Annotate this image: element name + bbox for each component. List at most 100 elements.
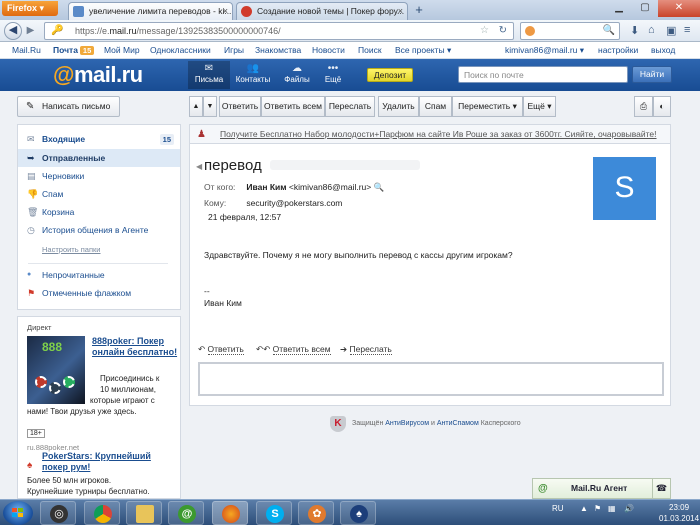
delete-button[interactable]: Удалить (378, 96, 419, 117)
taskbar-app-flower[interactable]: ✿ (298, 501, 334, 525)
sender-email[interactable]: <kimivan86@mail.ru> (289, 182, 371, 192)
portal-link-news[interactable]: Новости (312, 45, 345, 55)
sender-name[interactable]: Иван Ким (246, 182, 286, 192)
portal-link-myworld[interactable]: Мой Мир (104, 45, 140, 55)
ad-pokerstars-text: Крупнейшие турниры бесплатно. (27, 487, 150, 496)
antivirus-link[interactable]: АнтиВирусом (385, 420, 429, 427)
mail-search-button[interactable]: Найти (632, 66, 672, 83)
action-forward[interactable]: ➔ Переслать (340, 344, 392, 355)
user-email-link[interactable]: kimivan86@mail.ru ▾ (505, 45, 584, 56)
tab-close-icon[interactable]: × (223, 3, 228, 19)
mailru-logo[interactable]: @mail.ru (53, 62, 143, 88)
select-toggle-button[interactable]: ▲ (189, 96, 203, 117)
taskbar-explorer[interactable] (126, 501, 162, 525)
portal-link-mailru[interactable]: Mail.Ru (12, 45, 41, 55)
tray-language[interactable]: RU (552, 504, 564, 513)
tray-clock[interactable]: 23:09 01.03.2014 (659, 502, 699, 524)
firefox-menu-button[interactable]: Firefox ▾ (2, 1, 58, 16)
url-bar[interactable]: 🔑 https://e.mail.ru/message/139253835000… (44, 22, 514, 40)
portal-link-mail[interactable]: Почта 15 (53, 45, 95, 55)
browser-search-input[interactable]: 🔍 (520, 22, 620, 40)
ad-888poker-title[interactable]: 888poker: Покер онлайн бесплатно! (92, 336, 178, 358)
quick-reply-input[interactable] (198, 362, 664, 396)
ad-888poker-image[interactable]: 888 (27, 336, 85, 404)
back-button[interactable]: ◀ (4, 22, 22, 40)
sidebar-item-flagged[interactable]: ⚑ Отмеченные флажком (18, 284, 180, 302)
nav-contacts[interactable]: 👥 Контакты (232, 63, 274, 84)
select-dropdown-button[interactable]: ▼ (203, 96, 217, 117)
tray-show-hidden-icon[interactable]: ▲ (580, 504, 588, 513)
taskbar-mailru-agent[interactable]: @ (168, 501, 204, 525)
close-window-button[interactable]: ✕ (658, 0, 700, 17)
portal-link-all-projects[interactable]: Все проекты ▾ (395, 45, 451, 56)
tray-flag-icon[interactable]: ⚑ (594, 504, 601, 513)
taskbar-firefox[interactable] (212, 501, 248, 525)
action-reply[interactable]: ↶ Ответить (198, 344, 244, 355)
ad-pokerstars-title[interactable]: PokerStars: Крупнейший покер рум! (42, 451, 178, 473)
taskbar-pokerstars[interactable]: ♠ (340, 501, 376, 525)
sidebar-item-unread[interactable]: ● Непрочитанные (18, 266, 180, 284)
mail-search-input[interactable]: Поиск по почте (458, 66, 628, 83)
reply-all-button[interactable]: Ответить всем (261, 96, 325, 117)
theme-icon[interactable]: ◐ (653, 96, 671, 117)
forward-button[interactable]: ▶ (23, 24, 38, 38)
more-dots-icon: ••• (327, 63, 339, 74)
nav-more[interactable]: ••• Ещё (312, 63, 354, 84)
maximize-button[interactable]: ▢ (632, 0, 658, 17)
compose-button[interactable]: ✎ Написать письмо (17, 96, 120, 117)
sidebar-item-sent[interactable]: ➥ Отправленные (18, 149, 180, 167)
downloads-icon[interactable]: ⬇ (630, 24, 639, 37)
spam-button[interactable]: Спам (419, 96, 452, 117)
reload-icon[interactable]: ↻ (499, 25, 507, 36)
minimize-button[interactable]: ▁ (606, 0, 632, 17)
sidebar-item-spam[interactable]: 👎 Спам (18, 185, 180, 203)
age-rating-badge: 18+ (27, 429, 45, 438)
search-engine-icon[interactable] (525, 26, 535, 36)
portal-link-ok[interactable]: Одноклассники (150, 45, 211, 55)
new-tab-button[interactable]: + (410, 3, 428, 18)
url-text: https://e.mail.ru/message/13925383500000… (75, 26, 281, 36)
settings-link[interactable]: настройки (598, 45, 638, 55)
antispam-link[interactable]: АнтиСпамом (437, 420, 479, 427)
signature: Иван Ким (204, 298, 242, 308)
sender-search-icon[interactable]: 🔍 (374, 182, 385, 192)
tab-close-icon[interactable]: × (398, 3, 403, 19)
read-marker-icon[interactable]: ◀ (196, 162, 202, 171)
deposit-button[interactable]: Депозит (367, 68, 413, 82)
sidebar-item-agent-history[interactable]: ◷ История общения в Агенте (18, 221, 180, 239)
tray-volume-icon[interactable]: 🔊 (624, 504, 634, 513)
taskbar-skype[interactable]: S (256, 501, 292, 525)
recipient-email[interactable]: security@pokerstars.com (246, 198, 342, 208)
sidebar-item-inbox[interactable]: ✉ Входящие 15 (18, 130, 180, 148)
tray-network-icon[interactable]: ▦ (608, 504, 616, 513)
home-icon[interactable]: ⌂ (648, 24, 655, 36)
folder-list: ✉ Входящие 15 ➥ Отправленные ▤ Черновики… (17, 124, 181, 310)
sidebar-item-drafts[interactable]: ▤ Черновики (18, 167, 180, 185)
action-reply-all[interactable]: ↶↶ Ответить всем (256, 344, 331, 355)
mailru-agent-bar[interactable]: @ Mail.Ru Агент ☎ (532, 478, 671, 499)
tab-poker-forum[interactable]: Создание новой темы | Покер фору... × (236, 2, 408, 20)
nav-letters[interactable]: ✉ Письма (188, 61, 230, 89)
start-button[interactable] (3, 501, 33, 525)
portal-link-games[interactable]: Игры (224, 45, 244, 55)
search-icon[interactable]: 🔍 (603, 25, 615, 36)
addon-icon[interactable]: ▣ (666, 24, 676, 37)
forward-button-mail[interactable]: Переслать (325, 96, 375, 117)
setup-folders-link[interactable]: Настроить папки (42, 245, 101, 254)
portal-link-search[interactable]: Поиск (358, 45, 382, 55)
tab-mail[interactable]: увеличение лимита переводов - ki... × (68, 2, 233, 20)
logout-link[interactable]: выход (651, 45, 675, 55)
sidebar-item-trash[interactable]: 🗑 Корзина (18, 203, 180, 221)
mail-header: @mail.ru ✉ Письма 👥 Контакты ☁ Файлы ••• Ещё… (0, 59, 700, 91)
reply-button[interactable]: Ответить (219, 96, 261, 117)
menu-icon[interactable]: ≡ (684, 24, 690, 36)
portal-link-dating[interactable]: Знакомства (255, 45, 301, 55)
more-button[interactable]: Ещё ▾ (523, 96, 556, 117)
promo-banner[interactable]: ♟ Получите Бесплатно Набор молодости+Пар… (189, 124, 671, 144)
print-icon[interactable]: ⎙ (634, 96, 653, 117)
move-button[interactable]: Переместить ▾ (452, 96, 523, 117)
phone-icon[interactable]: ☎ (652, 479, 670, 498)
taskbar-steam[interactable]: ◎ (40, 501, 76, 525)
bookmark-star-icon[interactable]: ☆ (480, 25, 489, 36)
taskbar-chrome[interactable] (84, 501, 120, 525)
